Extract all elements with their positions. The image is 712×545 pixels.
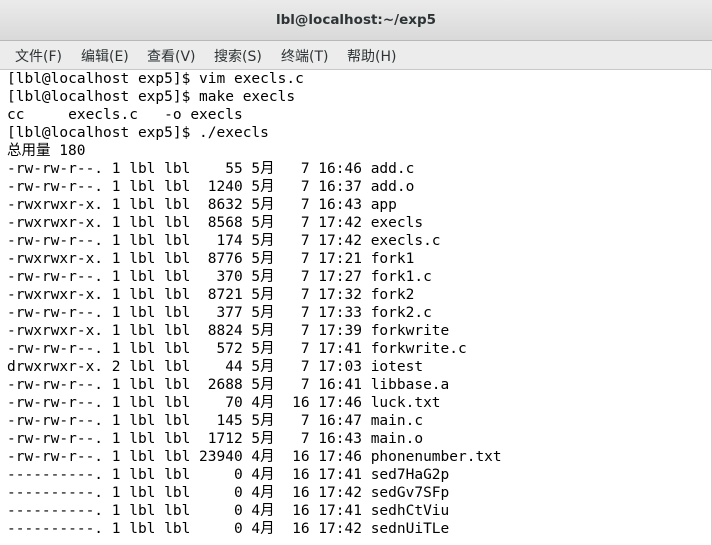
terminal-lines: [lbl@localhost exp5]$ vim execls.c [lbl@… — [7, 70, 502, 538]
terminal-output[interactable]: [lbl@localhost exp5]$ vim execls.c [lbl@… — [0, 70, 712, 545]
terminal-line: -rwxrwxr-x. 1 lbl lbl 8824 5月 7 17:39 fo… — [7, 323, 450, 339]
menu-terminal[interactable]: 终端(T) — [281, 46, 328, 66]
terminal-line: ----------. 1 lbl lbl 0 4月 16 17:42 sedn… — [7, 521, 450, 537]
terminal-line: ----------. 1 lbl lbl 0 4月 16 17:42 sedG… — [7, 485, 450, 501]
terminal-line: [lbl@localhost exp5]$ make execls — [7, 89, 296, 105]
terminal-window: lbl@localhost:~/exp5 文件(F) 编辑(E) 查看(V) 搜… — [0, 0, 712, 545]
window-title: lbl@localhost:~/exp5 — [276, 12, 436, 28]
terminal-line: -rw-rw-r--. 1 lbl lbl 1240 5月 7 16:37 ad… — [7, 179, 415, 195]
terminal-line: -rw-rw-r--. 1 lbl lbl 572 5月 7 17:41 for… — [7, 341, 467, 357]
terminal-line: 总用量 180 — [7, 143, 86, 159]
terminal-line: ----------. 1 lbl lbl 0 4月 16 17:41 sed7… — [7, 467, 450, 483]
menu-edit[interactable]: 编辑(E) — [81, 46, 129, 66]
menu-bar: 文件(F) 编辑(E) 查看(V) 搜索(S) 终端(T) 帮助(H) — [0, 41, 712, 70]
terminal-line: -rwxrwxr-x. 1 lbl lbl 8568 5月 7 17:42 ex… — [7, 215, 424, 231]
terminal-line: -rwxrwxr-x. 1 lbl lbl 8632 5月 7 16:43 ap… — [7, 197, 397, 213]
menu-view[interactable]: 查看(V) — [147, 46, 196, 66]
terminal-line: drwxrwxr-x. 2 lbl lbl 44 5月 7 17:03 iote… — [7, 359, 424, 375]
terminal-line: ----------. 1 lbl lbl 0 4月 16 17:41 sedh… — [7, 503, 450, 519]
terminal-line: cc execls.c -o execls — [7, 107, 243, 123]
terminal-line: -rw-rw-r--. 1 lbl lbl 377 5月 7 17:33 for… — [7, 305, 432, 321]
terminal-line: [lbl@localhost exp5]$ ./execls — [7, 125, 269, 141]
terminal-line: -rwxrwxr-x. 1 lbl lbl 8721 5月 7 17:32 fo… — [7, 287, 415, 303]
terminal-line: -rw-rw-r--. 1 lbl lbl 2688 5月 7 16:41 li… — [7, 377, 450, 393]
menu-help[interactable]: 帮助(H) — [347, 46, 396, 66]
terminal-line: -rw-rw-r--. 1 lbl lbl 55 5月 7 16:46 add.… — [7, 161, 415, 177]
terminal-line: -rw-rw-r--. 1 lbl lbl 23940 4月 16 17:46 … — [7, 449, 502, 465]
menu-search[interactable]: 搜索(S) — [214, 46, 262, 66]
terminal-line: -rw-rw-r--. 1 lbl lbl 145 5月 7 16:47 mai… — [7, 413, 424, 429]
menu-file[interactable]: 文件(F) — [15, 46, 62, 66]
terminal-line: -rwxrwxr-x. 1 lbl lbl 8776 5月 7 17:21 fo… — [7, 251, 415, 267]
terminal-line: -rw-rw-r--. 1 lbl lbl 174 5月 7 17:42 exe… — [7, 233, 441, 249]
terminal-line: -rw-rw-r--. 1 lbl lbl 70 4月 16 17:46 luc… — [7, 395, 441, 411]
title-bar[interactable]: lbl@localhost:~/exp5 — [0, 0, 712, 41]
terminal-line: [lbl@localhost exp5]$ vim execls.c — [7, 71, 304, 87]
terminal-line: -rw-rw-r--. 1 lbl lbl 370 5月 7 17:27 for… — [7, 269, 432, 285]
terminal-line: -rw-rw-r--. 1 lbl lbl 1712 5月 7 16:43 ma… — [7, 431, 424, 447]
